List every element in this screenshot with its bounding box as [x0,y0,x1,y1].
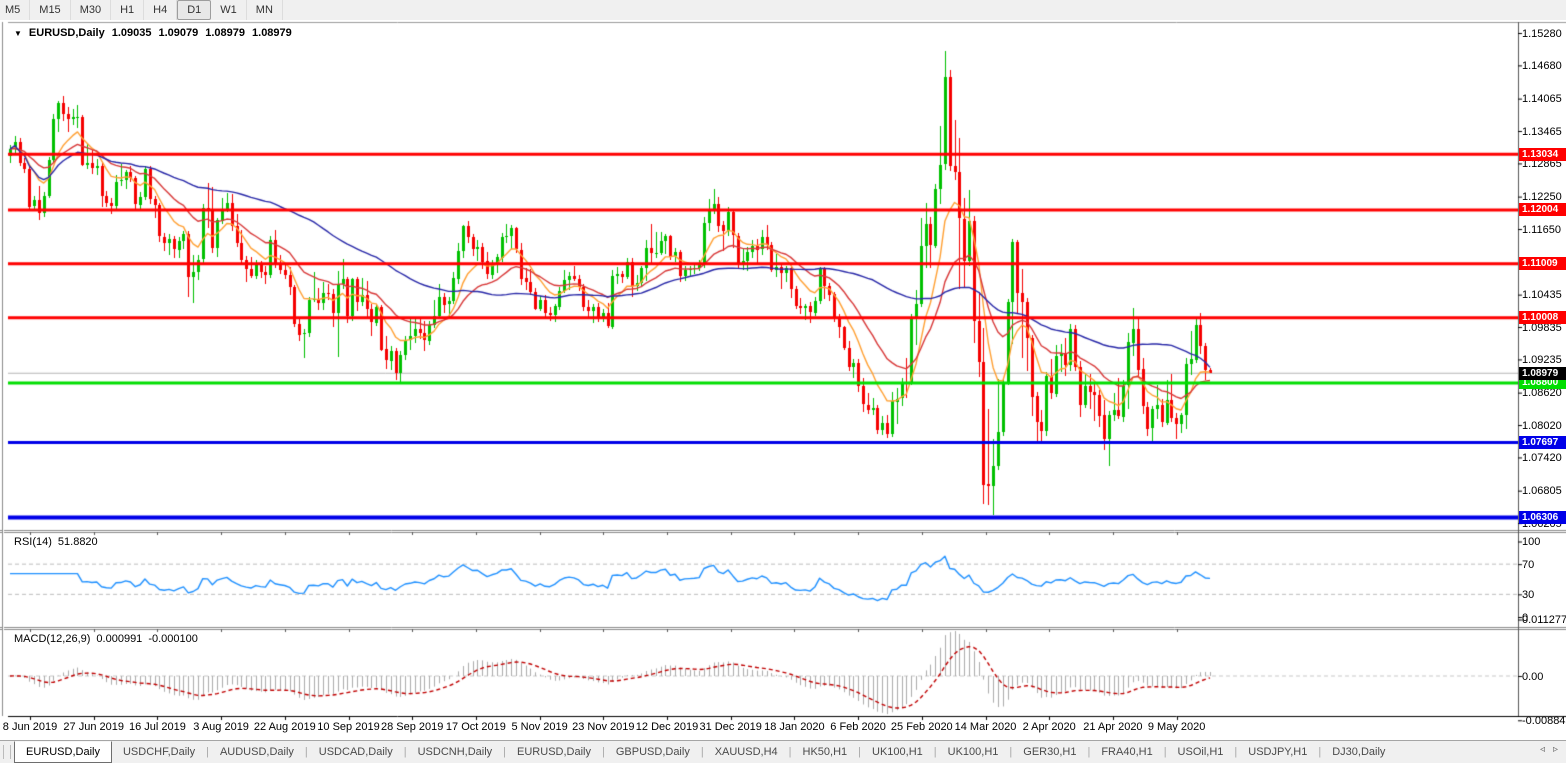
rsi-indicator-label: RSI(14) 51.8820 [14,536,98,548]
ohlc-close: 1.08979 [252,27,292,39]
date-axis-label: 2 Apr 2020 [1023,721,1076,733]
chart-tab-10-uk100[interactable]: UK100,H1 [937,741,1010,763]
macd-signal-value: -0.000100 [148,633,198,645]
hline-price-label: 1.12004 [1519,203,1566,216]
rsi-axis-tick: 30 [1522,589,1566,601]
price-axis-tick: 1.15280 [1522,28,1566,40]
chart-tab-6-gbpusd[interactable]: GBPUSD,Daily [605,741,701,763]
date-axis-label: 3 Aug 2019 [193,721,249,733]
price-axis-tick: 1.12250 [1522,191,1566,203]
chart-tab-1-usdchf[interactable]: USDCHF,Daily [112,741,206,763]
timeframe-toolbar: M5M15M30H1H4D1W1MN [0,0,1566,21]
chart-tab-12-fra40[interactable]: FRA40,H1 [1090,741,1163,763]
rsi-name: RSI(14) [14,536,52,548]
macd-axis-tick: -0.008845 [1522,715,1566,727]
chart-title: ▼ EURUSD,Daily 1.09035 1.09079 1.08979 1… [14,27,292,39]
hline-price-label: 1.06306 [1519,511,1566,524]
price-axis-tick: 1.08020 [1522,420,1566,432]
tabbar-grip[interactable] [3,745,11,759]
chart-tab-14-usdjpy[interactable]: USDJPY,H1 [1237,741,1318,763]
tab-scroll-arrows: ◃ ▹ [1540,744,1558,755]
date-axis-label: 14 Mar 2020 [955,721,1017,733]
rsi-value: 51.8820 [58,536,98,548]
hline-price-label: 1.07697 [1519,436,1566,449]
ohlc-open: 1.09035 [112,27,152,39]
macd-indicator-label: MACD(12,26,9) 0.000991 -0.000100 [14,633,198,645]
hline-price-label: 1.13034 [1519,148,1566,161]
chart-tab-8-hk50[interactable]: HK50,H1 [792,741,859,763]
hline-price-label: 1.10008 [1519,311,1566,324]
rsi-axis-tick: 70 [1522,559,1566,571]
date-axis-label: 23 Nov 2019 [572,721,634,733]
macd-axis-tick: 0.011277 [1522,614,1566,626]
chart-tab-7-xauusd[interactable]: XAUUSD,H4 [704,741,789,763]
timeframe-mn-button[interactable]: MN [247,0,283,20]
chart-tab-3-usdcad[interactable]: USDCAD,Daily [308,741,404,763]
macd-name: MACD(12,26,9) [14,633,90,645]
chart-tab-4-usdcnh[interactable]: USDCNH,Daily [407,741,504,763]
price-axis-tick: 1.13465 [1522,126,1566,138]
price-axis-tick: 1.14680 [1522,60,1566,72]
date-axis-label: 27 Jun 2019 [63,721,124,733]
date-axis-label: 25 Feb 2020 [891,721,953,733]
date-axis-label: 18 Jan 2020 [764,721,825,733]
price-axis-tick: 1.14065 [1522,93,1566,105]
date-axis-label: 21 Apr 2020 [1083,721,1142,733]
date-axis-label: 31 Dec 2019 [699,721,761,733]
ohlc-low: 1.08979 [205,27,245,39]
rsi-axis-tick: 100 [1522,536,1566,548]
chart-tab-9-uk100[interactable]: UK100,H1 [861,741,934,763]
price-axis-tick: 1.10435 [1522,289,1566,301]
date-axis-label: 22 Aug 2019 [254,721,316,733]
ohlc-high: 1.09079 [158,27,198,39]
chart-tab-5-eurusd[interactable]: EURUSD,Daily [506,741,602,763]
timeframe-w1-button[interactable]: W1 [211,0,247,20]
tab-scroll-left-icon[interactable]: ◃ [1540,744,1545,755]
date-axis-label: 17 Oct 2019 [446,721,506,733]
chart-tab-2-audusd[interactable]: AUDUSD,Daily [209,741,305,763]
chart-canvas[interactable] [0,20,1566,740]
bid-price-label: 1.08979 [1519,367,1566,380]
symbol-dropdown-icon[interactable]: ▼ [14,29,22,38]
symbol-name: EURUSD,Daily [29,27,105,39]
date-axis-label: 8 Jun 2019 [3,721,57,733]
price-axis-tick: 1.11650 [1522,224,1566,236]
timeframe-h1-button[interactable]: H1 [111,0,144,20]
date-axis-label: 9 May 2020 [1148,721,1205,733]
terminal-window: M5M15M30H1H4D1W1MN ▼ EURUSD,Daily 1.0903… [0,0,1566,762]
price-axis-tick: 1.06805 [1522,485,1566,497]
timeframe-m5-button[interactable]: M5 [0,0,30,20]
chart-tab-11-ger30[interactable]: GER30,H1 [1012,741,1087,763]
price-axis-tick: 1.09235 [1522,354,1566,366]
macd-axis-tick: 0.00 [1522,671,1566,683]
chart-tab-15-dj30[interactable]: DJ30,Daily [1321,741,1396,763]
hline-price-label: 1.11009 [1519,257,1566,270]
date-axis-label: 5 Nov 2019 [511,721,567,733]
timeframe-m30-button[interactable]: M30 [71,0,111,20]
macd-main-value: 0.000991 [96,633,142,645]
price-axis-tick: 1.07420 [1522,452,1566,464]
timeframe-buttons: M5M15M30H1H4D1W1MN [0,0,283,20]
timeframe-d1-button[interactable]: D1 [177,0,211,20]
tab-scroll-right-icon[interactable]: ▹ [1553,744,1558,755]
timeframe-h4-button[interactable]: H4 [144,0,177,20]
date-axis-label: 12 Dec 2019 [636,721,698,733]
chart-tab-13-usoil[interactable]: USOil,H1 [1167,741,1235,763]
date-axis-label: 6 Feb 2020 [830,721,886,733]
chart-tab-bar: EURUSD,DailyUSDCHF,Daily|AUDUSD,Daily|US… [0,740,1566,763]
chart-tab-0-eurusd[interactable]: EURUSD,Daily [14,741,112,763]
date-axis-label: 28 Sep 2019 [381,721,443,733]
date-axis-label: 10 Sep 2019 [317,721,379,733]
date-axis-label: 16 Jul 2019 [129,721,186,733]
timeframe-m15-button[interactable]: M15 [30,0,70,20]
tabs-holder: EURUSD,DailyUSDCHF,Daily|AUDUSD,Daily|US… [14,741,1396,763]
